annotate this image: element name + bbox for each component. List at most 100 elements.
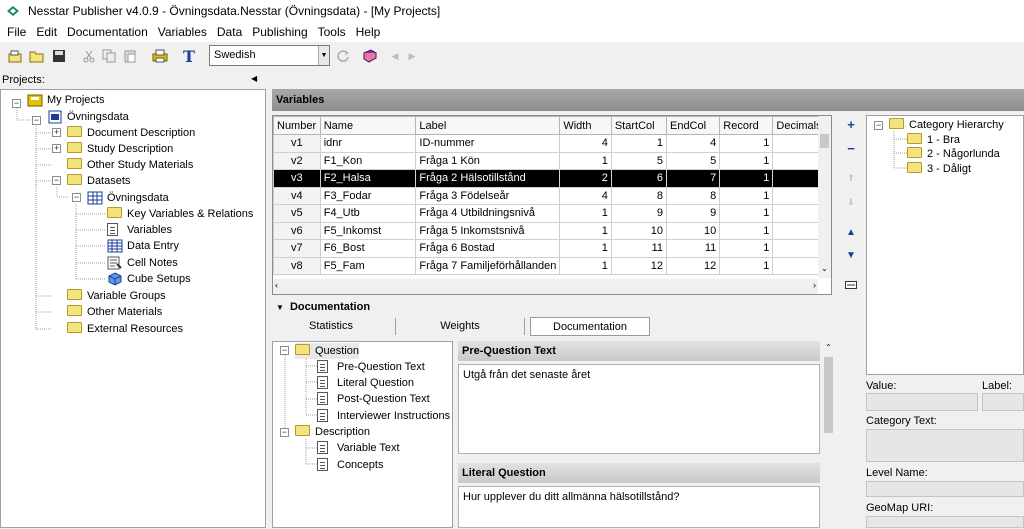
tree-variable-groups[interactable]: Variable Groups <box>67 288 166 304</box>
menu-publishing[interactable]: Publishing <box>247 22 312 42</box>
table-cell[interactable]: 1 <box>610 134 667 153</box>
table-cell[interactable]: v8 <box>273 256 321 275</box>
table-cell[interactable]: v1 <box>273 134 321 153</box>
table-cell[interactable]: Fråga 6 Bostad <box>415 239 561 258</box>
column-header[interactable]: EndCol <box>665 116 721 135</box>
table-cell[interactable]: F4_Utb <box>319 204 417 223</box>
table-cell[interactable]: v2 <box>273 151 321 170</box>
table-row[interactable]: v3 F2_Halsa Fråga 2 Hälsotillstånd 2 6 7 1 <box>273 169 831 188</box>
doc-tree-question[interactable]: Question <box>295 343 360 359</box>
table-cell[interactable]: F3_Fodar <box>319 186 417 205</box>
level-name-field[interactable] <box>866 481 1024 497</box>
table-cell[interactable]: F1_Kon <box>319 151 417 170</box>
table-row[interactable]: v1 idnr ID-nummer 4 1 4 1 <box>273 134 831 153</box>
literal-question-text-field[interactable]: Hur upplever du ditt allmänna hälsotills… <box>458 486 820 528</box>
menu-documentation[interactable]: Documentation <box>62 22 153 42</box>
table-cell[interactable]: 5 <box>610 151 667 170</box>
table-cell[interactable]: 1 <box>719 186 774 205</box>
table-cell[interactable]: 1 <box>719 239 774 258</box>
tab-documentation[interactable]: Documentation <box>530 317 650 336</box>
table-row[interactable]: v6 F5_Inkomst Fråga 5 Inkomstsnivå 1 10 10 1 <box>273 221 831 240</box>
scroll-right-icon[interactable]: › <box>813 280 816 290</box>
table-cell[interactable]: F2_Halsa <box>319 169 417 188</box>
table-cell[interactable]: F5_Fam <box>319 256 417 275</box>
table-cell[interactable]: 2 <box>559 169 612 188</box>
table-cell[interactable]: 10 <box>665 221 721 240</box>
remove-variable-icon[interactable]: − <box>844 141 858 156</box>
cut-icon[interactable] <box>80 47 98 65</box>
collapse-toggle[interactable]: − <box>12 99 21 108</box>
value-field[interactable] <box>866 393 978 411</box>
doc-tree-post-question[interactable]: Post-Question Text <box>317 391 430 407</box>
menu-edit[interactable]: Edit <box>31 22 62 42</box>
menu-help[interactable]: Help <box>351 22 386 42</box>
table-cell[interactable]: idnr <box>319 134 417 153</box>
copy-icon[interactable] <box>100 47 118 65</box>
tree-dataset[interactable]: Övningsdata <box>87 190 169 206</box>
table-cell[interactable]: 1 <box>559 151 612 170</box>
table-cell[interactable]: 1 <box>559 221 612 240</box>
table-row[interactable]: v8 F5_Fam Fråga 7 Familjeförhållanden 1 12 12… <box>273 256 831 275</box>
category-root[interactable]: Category Hierarchy <box>889 117 1004 133</box>
collapse-toggle[interactable]: − <box>874 121 883 130</box>
category-text-field[interactable] <box>866 429 1024 462</box>
grid-horizontal-scrollbar[interactable]: ‹ › <box>273 279 818 294</box>
move-top-icon[interactable]: ⇑ <box>844 171 858 185</box>
tree-datasets[interactable]: Datasets <box>67 173 130 189</box>
table-cell[interactable]: v3 <box>273 169 321 188</box>
table-cell[interactable]: Fråga 1 Kön <box>415 151 561 170</box>
doc-tree-pre-question[interactable]: Pre-Question Text <box>317 359 425 375</box>
scroll-thumb[interactable] <box>824 357 833 433</box>
tree-document-description[interactable]: Document Description <box>67 125 195 141</box>
tree-cube-setups[interactable]: Cube Setups <box>107 271 191 287</box>
move-down-icon[interactable]: ▼ <box>844 248 858 262</box>
documentation-header[interactable]: ▼ Documentation <box>276 301 370 313</box>
new-file-icon[interactable] <box>6 47 24 65</box>
menu-variables[interactable]: Variables <box>153 22 212 42</box>
tree-key-variables[interactable]: Key Variables & Relations <box>107 206 253 222</box>
table-cell[interactable]: Fråga 7 Familjeförhållanden <box>415 256 561 275</box>
language-select[interactable]: Swedish ▼ <box>209 45 330 66</box>
table-cell[interactable]: 1 <box>719 169 774 188</box>
tree-data-entry[interactable]: Data Entry <box>107 238 179 254</box>
table-cell[interactable]: 7 <box>665 169 721 188</box>
table-cell[interactable]: 1 <box>559 256 612 275</box>
table-cell[interactable]: ID-nummer <box>415 134 561 153</box>
collapse-toggle[interactable]: − <box>280 346 289 355</box>
column-header[interactable]: Number <box>273 116 321 135</box>
collapse-arrow-icon[interactable]: ◀ <box>251 74 257 83</box>
table-cell[interactable]: 9 <box>610 204 667 223</box>
geomap-uri-field[interactable] <box>866 516 1024 528</box>
table-cell[interactable]: Fråga 4 Utbildningsnivå <box>415 204 561 223</box>
scroll-thumb[interactable] <box>820 134 829 148</box>
pre-question-text-field[interactable]: Utgå från det senaste året <box>458 364 820 454</box>
doc-tree-variable-text[interactable]: Variable Text <box>317 440 400 456</box>
column-header[interactable]: Name <box>319 116 417 135</box>
column-header[interactable]: Label <box>415 116 561 135</box>
chevron-down-icon[interactable]: ▼ <box>318 46 329 65</box>
open-folder-icon[interactable] <box>28 47 46 65</box>
label-field[interactable] <box>982 393 1024 411</box>
table-cell[interactable]: v5 <box>273 204 321 223</box>
back-arrow-icon[interactable]: ◀ <box>386 47 404 65</box>
tab-weights[interactable]: Weights <box>400 317 520 336</box>
column-header[interactable]: Record <box>719 116 774 135</box>
table-row[interactable]: v7 F6_Bost Fråga 6 Bostad 1 11 11 1 <box>273 239 831 258</box>
table-cell[interactable]: F6_Bost <box>319 239 417 258</box>
collapse-toggle[interactable]: − <box>280 428 289 437</box>
grid-vertical-scrollbar[interactable]: ⌄ <box>818 116 831 278</box>
tree-my-projects[interactable]: My Projects <box>27 92 104 108</box>
text-format-icon[interactable]: T <box>180 47 198 66</box>
table-cell[interactable]: 4 <box>559 186 612 205</box>
tree-study[interactable]: Övningsdata <box>47 109 129 125</box>
tree-variables[interactable]: Variables <box>107 222 172 238</box>
doc-tree-concepts[interactable]: Concepts <box>317 457 383 473</box>
add-variable-icon[interactable]: + <box>844 117 858 132</box>
collapse-toggle[interactable]: − <box>72 193 81 202</box>
table-cell[interactable]: 11 <box>665 239 721 258</box>
table-cell[interactable]: 1 <box>719 204 774 223</box>
collapse-toggle[interactable]: − <box>52 176 61 185</box>
column-header[interactable]: StartCol <box>610 116 667 135</box>
expand-toggle[interactable]: + <box>52 128 61 137</box>
collapse-toggle[interactable]: − <box>32 116 41 125</box>
